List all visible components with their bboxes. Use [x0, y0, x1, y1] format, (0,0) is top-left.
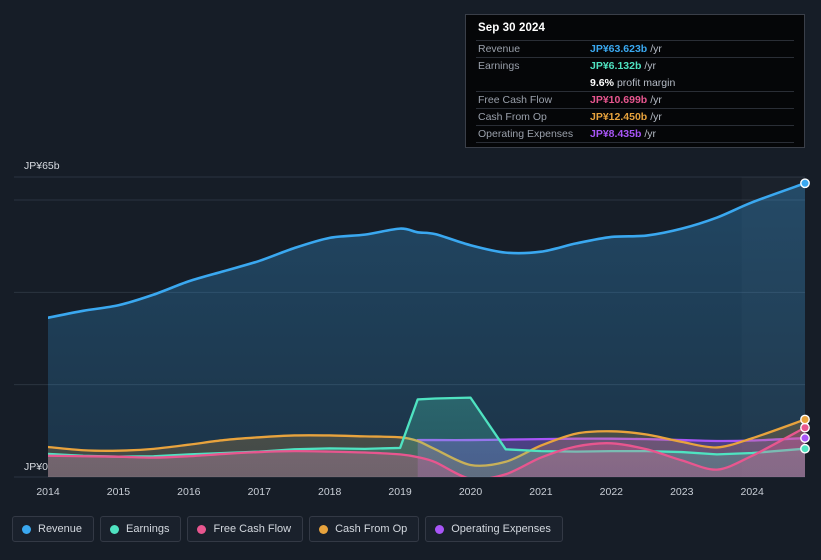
- endpoint-marker-earnings[interactable]: [800, 443, 810, 454]
- legend-item-operating-expenses[interactable]: Operating Expenses: [425, 516, 563, 542]
- legend-item-cash-from-op[interactable]: Cash From Op: [309, 516, 420, 542]
- legend-item-revenue[interactable]: Revenue: [12, 516, 95, 542]
- tooltip-row: Earnings JP¥6.132b/yr: [476, 57, 794, 74]
- legend-color-dot-icon: [110, 524, 120, 534]
- tooltip-row: Cash From Op JP¥12.450b/yr: [476, 108, 794, 125]
- legend-color-dot-icon: [319, 524, 329, 534]
- legend-item-label: Free Cash Flow: [213, 523, 292, 535]
- legend-color-dot-icon: [197, 524, 207, 534]
- tooltip-row-unit: /yr: [644, 60, 657, 72]
- y-axis-zero-label: JP¥0: [24, 461, 48, 473]
- plot-area: [0, 158, 821, 483]
- x-axis-tick-label: 2024: [740, 486, 764, 498]
- tooltip-row-unit: /yr: [650, 111, 662, 123]
- legend-item-earnings[interactable]: Earnings: [100, 516, 182, 542]
- endpoint-marker-revenue[interactable]: [800, 178, 810, 189]
- x-axis-tick-label: 2017: [247, 486, 271, 498]
- tooltip-date: Sep 30 2024: [478, 22, 545, 34]
- tooltip-row-value: JP¥12.450b: [590, 111, 648, 123]
- x-axis-tick-label: 2020: [458, 486, 483, 498]
- chart-legend: Revenue Earnings Free Cash Flow Cash From O…: [12, 516, 563, 542]
- legend-item-label: Earnings: [126, 523, 170, 535]
- endpoint-marker-operating-expenses[interactable]: [800, 433, 810, 443]
- tooltip-profit-margin-row: 9.6% profit margin: [476, 74, 794, 91]
- endpoint-marker-cash-from-op[interactable]: [800, 414, 810, 425]
- chart-screenshot: Sep 30 2024 Revenue JP¥63.623b/yr Earnings…: [0, 0, 821, 560]
- legend-item-label: Cash From Op: [335, 523, 408, 535]
- tooltip-row-value: JP¥8.435b: [590, 128, 642, 140]
- tooltip-row-unit: /yr: [650, 43, 662, 55]
- x-axis-tick-label: 2021: [529, 486, 553, 498]
- x-axis: 2014 2015 2016 2017 2018 2019 2020 2021 2022 2023…: [0, 480, 821, 508]
- tooltip-row-value: JP¥10.699b: [590, 94, 648, 106]
- tooltip-row: Free Cash Flow JP¥10.699b/yr: [476, 91, 794, 108]
- x-axis-tick-label: 2014: [36, 486, 60, 498]
- x-axis-tick-label: 2022: [599, 486, 624, 498]
- y-axis-top-label: JP¥65b: [24, 160, 60, 172]
- tooltip-row-label: Earnings: [478, 60, 520, 72]
- tooltip-row: Operating Expenses JP¥8.435b/yr: [476, 125, 794, 143]
- tooltip-row: Revenue JP¥63.623b/yr: [476, 40, 794, 57]
- endpoint-marker-free-cash-flow[interactable]: [800, 422, 810, 433]
- x-axis-tick-label: 2019: [388, 486, 412, 498]
- tooltip-row-unit: /yr: [650, 94, 662, 106]
- tooltip-row-label: Revenue: [478, 43, 521, 55]
- legend-item-free-cash-flow[interactable]: Free Cash Flow: [187, 516, 304, 542]
- tooltip-row-value: JP¥6.132b: [590, 60, 642, 72]
- tooltip-row-label: Operating Expenses: [478, 128, 574, 140]
- x-axis-tick-label: 2016: [177, 486, 201, 498]
- legend-item-label: Operating Expenses: [451, 523, 551, 535]
- tooltip-margin-label: profit margin: [616, 76, 676, 89]
- tooltip-row-value: JP¥63.623b: [590, 43, 648, 55]
- x-axis-tick-label: 2018: [317, 486, 342, 498]
- tooltip-row-unit: /yr: [644, 128, 657, 140]
- legend-color-dot-icon: [22, 524, 31, 534]
- x-axis-tick-label: 2023: [670, 486, 694, 498]
- chart-tooltip: Sep 30 2024 Revenue JP¥63.623b/yr Earnings…: [465, 14, 805, 148]
- legend-item-label: Revenue: [38, 523, 83, 535]
- tooltip-row-label: Cash From Op: [478, 111, 547, 123]
- tooltip-margin-value: 9.6%: [590, 76, 614, 89]
- tooltip-rows: Revenue JP¥63.623b/yr Earnings JP¥6.132b/yr…: [476, 40, 794, 143]
- x-axis-tick-label: 2015: [106, 486, 131, 498]
- chart-svg: [14, 176, 810, 478]
- legend-color-dot-icon: [435, 524, 445, 534]
- tooltip-row-label: Free Cash Flow: [478, 94, 553, 106]
